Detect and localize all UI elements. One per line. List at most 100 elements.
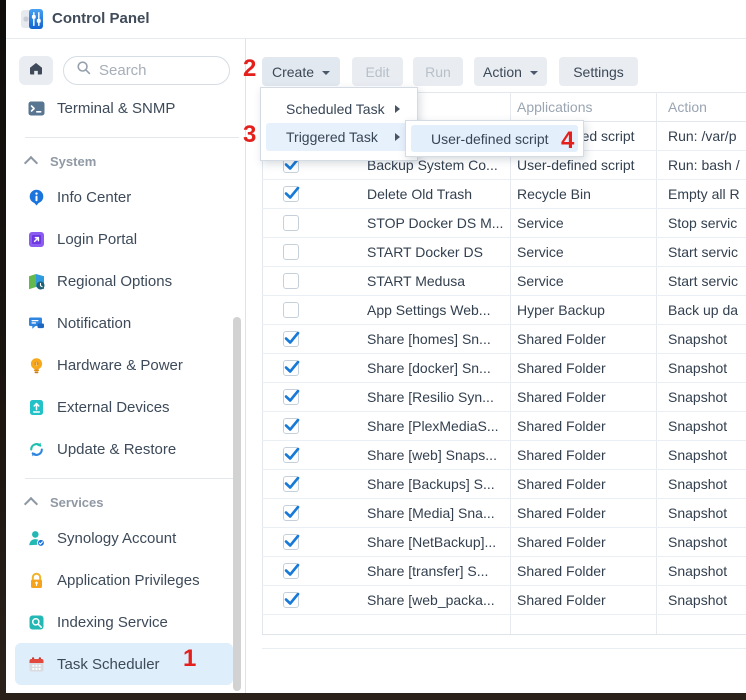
annotation-step-4: 4: [561, 130, 574, 152]
sidebar-divider: [25, 478, 239, 479]
table-row[interactable]: Share [NetBackup]... Shared Folder Snaps…: [262, 528, 746, 557]
task-action-cell: Snapshot: [668, 557, 746, 586]
check-icon: [283, 445, 301, 463]
row-checkbox[interactable]: [283, 186, 299, 202]
sidebar-item-indexing-service[interactable]: Indexing Service: [15, 601, 233, 643]
sidebar-item-notification[interactable]: Notification: [15, 302, 233, 344]
task-name-cell: Share [docker] Sn...: [367, 354, 507, 383]
table-row[interactable]: Share [Backups] S... Shared Folder Snaps…: [262, 470, 746, 499]
sidebar-item-info-center[interactable]: Info Center: [15, 176, 233, 218]
task-name-cell: Share [NetBackup]...: [367, 528, 507, 557]
sidebar-scrollbar[interactable]: [233, 317, 241, 691]
table-row[interactable]: START Medusa Service Start servic: [262, 267, 746, 296]
column-header-applications[interactable]: Applications: [517, 92, 593, 122]
task-application-cell: Service: [517, 209, 657, 238]
sidebar-section-header[interactable]: System: [6, 146, 245, 176]
task-application-cell: Shared Folder: [517, 412, 657, 441]
create-button[interactable]: Create: [262, 57, 340, 86]
sidebar-item-regional-options[interactable]: Regional Options: [15, 260, 233, 302]
table-row[interactable]: Share [transfer] S... Shared Folder Snap…: [262, 557, 746, 586]
check-icon: [283, 416, 301, 434]
check-icon: [283, 387, 301, 405]
task-table-body: User-defined script Run: /var/p Backup S…: [262, 122, 746, 615]
table-row[interactable]: Share [homes] Sn... Shared Folder Snapsh…: [262, 325, 746, 354]
sidebar-item-hardware-power[interactable]: 1 Hardware & Power: [15, 344, 233, 386]
sidebar-item-external-devices[interactable]: External Devices: [15, 386, 233, 428]
home-button[interactable]: [19, 56, 53, 85]
task-action-cell: Run: /var/p: [668, 122, 746, 151]
task-name-cell: App Settings Web...: [367, 296, 507, 325]
triggered-task-submenu: User-defined script: [405, 120, 584, 157]
task-action-cell: Snapshot: [668, 586, 746, 615]
check-icon: [283, 503, 301, 521]
row-checkbox[interactable]: [283, 302, 299, 318]
table-row[interactable]: Share [web] Snaps... Shared Folder Snaps…: [262, 441, 746, 470]
menu-item-user-defined-script[interactable]: User-defined script: [411, 125, 578, 152]
task-action-cell: Snapshot: [668, 528, 746, 557]
row-checkbox[interactable]: [283, 505, 299, 521]
row-checkbox[interactable]: [283, 215, 299, 231]
row-checkbox[interactable]: [283, 476, 299, 492]
table-row[interactable]: Share [Media] Sna... Shared Folder Snaps…: [262, 499, 746, 528]
indexing-service-icon: [28, 614, 45, 631]
search-placeholder: Search: [99, 62, 147, 79]
control-panel-icon: [20, 7, 44, 31]
table-row[interactable]: Share [PlexMediaS... Shared Folder Snaps…: [262, 412, 746, 441]
svg-text:1: 1: [35, 361, 38, 366]
sidebar-item-terminal-snmp[interactable]: Terminal & SNMP: [15, 87, 233, 129]
application-privileges-icon: [28, 572, 45, 589]
sidebar-item-label: Login Portal: [57, 231, 137, 248]
row-checkbox[interactable]: [283, 360, 299, 376]
sidebar-section-header[interactable]: Services: [6, 487, 245, 517]
row-checkbox[interactable]: [283, 563, 299, 579]
row-checkbox[interactable]: [283, 592, 299, 608]
task-name-cell: STOP Docker DS M...: [367, 209, 507, 238]
sidebar-item-update-restore[interactable]: Update & Restore: [15, 428, 233, 470]
action-button[interactable]: Action: [474, 57, 547, 86]
page-title: Control Panel: [52, 0, 150, 38]
table-row[interactable]: STOP Docker DS M... Service Stop servic: [262, 209, 746, 238]
synology-account-icon: [28, 530, 45, 547]
annotation-step-2: 2: [243, 58, 256, 80]
sidebar-item-label: Hardware & Power: [57, 357, 183, 374]
sidebar-item-label: Terminal & SNMP: [57, 100, 175, 117]
annotation-step-3: 3: [243, 124, 256, 146]
table-row[interactable]: Share [Resilio Syn... Shared Folder Snap…: [262, 383, 746, 412]
task-action-cell: Stop servic: [668, 209, 746, 238]
row-checkbox[interactable]: [283, 331, 299, 347]
row-checkbox[interactable]: [283, 389, 299, 405]
notification-icon: [28, 315, 45, 332]
task-application-cell: Shared Folder: [517, 557, 657, 586]
table-row[interactable]: START Docker DS Service Start servic: [262, 238, 746, 267]
task-name-cell: Share [Resilio Syn...: [367, 383, 507, 412]
sidebar-item-task-scheduler[interactable]: Task Scheduler: [15, 643, 233, 685]
row-checkbox[interactable]: [283, 244, 299, 260]
sidebar-item-synology-account[interactable]: Synology Account: [15, 517, 233, 559]
table-row[interactable]: Share [web_packa... Shared Folder Snapsh…: [262, 586, 746, 615]
menu-item-scheduled-task[interactable]: Scheduled Task: [266, 95, 412, 123]
column-header-action[interactable]: Action: [668, 92, 707, 122]
row-checkbox[interactable]: [283, 273, 299, 289]
row-checkbox[interactable]: [283, 534, 299, 550]
task-action-cell: Snapshot: [668, 412, 746, 441]
task-action-cell: Back up da: [668, 296, 746, 325]
sidebar-item-application-privileges[interactable]: Application Privileges: [15, 559, 233, 601]
terminal-icon: [28, 100, 45, 117]
task-scheduler-icon: [28, 656, 45, 673]
home-icon: [27, 59, 45, 82]
row-checkbox[interactable]: [283, 418, 299, 434]
sidebar-item-login-portal[interactable]: Login Portal: [15, 218, 233, 260]
table-row[interactable]: Share [docker] Sn... Shared Folder Snaps…: [262, 354, 746, 383]
run-button: Run: [413, 57, 463, 86]
menu-item-triggered-task[interactable]: Triggered Task: [266, 123, 412, 151]
row-checkbox[interactable]: [283, 447, 299, 463]
external-devices-icon: [28, 399, 45, 416]
settings-button[interactable]: Settings: [559, 57, 638, 86]
search-input[interactable]: Search: [63, 56, 230, 85]
table-row[interactable]: Delete Old Trash Recycle Bin Empty all R: [262, 180, 746, 209]
task-name-cell: Share [transfer] S...: [367, 557, 507, 586]
table-row[interactable]: App Settings Web... Hyper Backup Back up…: [262, 296, 746, 325]
task-application-cell: Shared Folder: [517, 325, 657, 354]
task-action-cell: Snapshot: [668, 325, 746, 354]
sidebar-item-label: Task Scheduler: [57, 656, 160, 673]
